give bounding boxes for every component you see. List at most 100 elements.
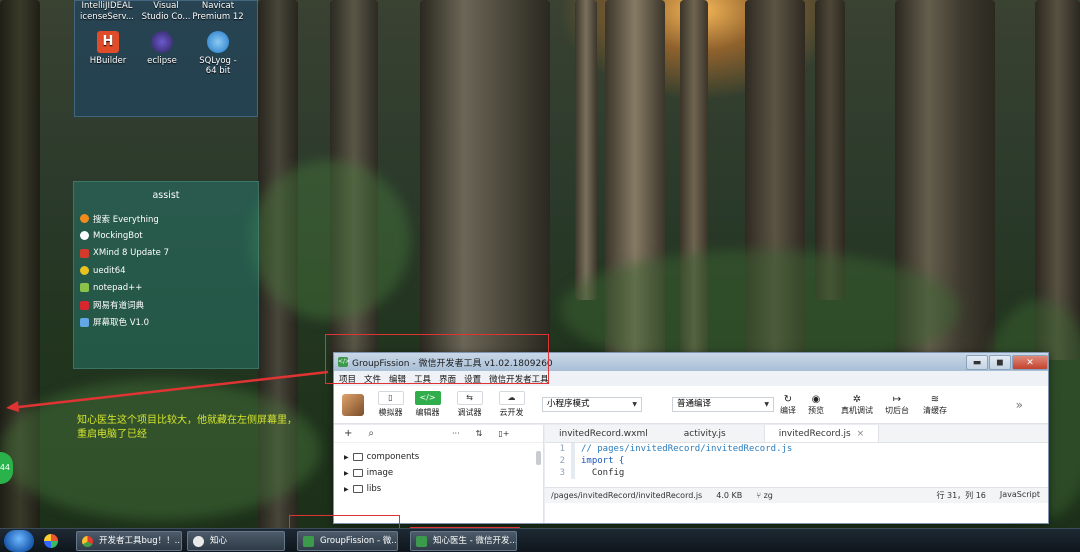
desktop-icon-intellij-label[interactable]: IntelliJIDEAL icenseServ... <box>77 1 137 23</box>
taskbar-item-groupfission[interactable]: GroupFission - 微... <box>297 531 398 551</box>
remote-debug-button[interactable]: ✲ 真机调试 <box>836 394 878 416</box>
assist-item-uedit[interactable]: uedit64 <box>74 262 258 279</box>
tree-folder-image[interactable]: ▶ image <box>334 465 543 481</box>
assist-item-color-picker[interactable]: 屏幕取色 V1.0 <box>74 314 258 331</box>
assist-item-label: XMind 8 Update 7 <box>93 248 170 259</box>
eclipse-icon <box>151 31 173 53</box>
debugger-button[interactable]: ⇆ 调试器 <box>451 391 488 418</box>
background-button[interactable]: ↦ 切后台 <box>878 394 916 416</box>
everything-icon <box>80 214 89 224</box>
youdao-icon <box>80 300 89 310</box>
status-branch-label: zg <box>763 491 773 500</box>
mode-select[interactable]: 小程序模式 ▼ <box>542 397 642 412</box>
tree-folder-label: image <box>366 468 394 478</box>
status-branch[interactable]: ⑂ zg <box>756 491 773 500</box>
cloud-dev-label: 云开发 <box>499 408 524 417</box>
refresh-icon: ↻ <box>783 393 793 405</box>
split-icon[interactable]: ▯+ <box>498 429 509 438</box>
status-file-path: /pages/invitedRecord/invitedRecord.js <box>551 491 703 500</box>
simulator-button[interactable]: ▯ 模拟器 <box>372 391 409 418</box>
assist-item-mockingbot[interactable]: MockingBot <box>74 227 258 244</box>
main-toolbar: ▯ 模拟器 </> 编辑器 ⇆ 调试器 ☁ 云开发 小程序模式 ▼ 普通编译 ▼… <box>334 386 1048 424</box>
code-icon: </> <box>414 391 441 405</box>
annotation-box-title <box>325 334 549 384</box>
code-line: 1 // pages/invitedRecord/invitedRecord.j… <box>545 443 1048 455</box>
taskbar: 开发者工具bug！！... 知心 GroupFission - 微... 知心医… <box>0 528 1080 552</box>
code-text: Config <box>581 468 625 478</box>
add-file-icon[interactable]: + <box>344 428 352 439</box>
minimize-button[interactable]: ▬ <box>966 354 988 370</box>
code-text: // pages/invitedRecord/invitedRecord.js <box>581 444 793 454</box>
clear-cache-button[interactable]: ≋ 清缓存 <box>916 394 954 416</box>
annotation-note-line1: 知心医生这个项目比较大，他就藏在左侧屏幕里， <box>77 415 297 426</box>
chevron-right-icon: ▶ <box>344 469 349 477</box>
assist-title: assist <box>152 190 180 201</box>
taskbar-item-chrome[interactable]: 开发者工具bug！！... <box>76 531 182 551</box>
assist-item-label: 网易有道词典 <box>93 301 145 312</box>
taskbar-item-zhixin[interactable]: 知心 <box>187 531 285 551</box>
assist-item-label: 搜索 Everything <box>93 214 159 225</box>
compile-select-value: 普通编译 <box>677 399 712 409</box>
line-number: 3 <box>559 468 565 478</box>
clear-cache-label: 清缓存 <box>923 405 947 415</box>
more-dots-icon[interactable]: ··· <box>452 429 460 438</box>
line-number: 1 <box>559 444 565 454</box>
mode-select-value: 小程序模式 <box>547 399 590 409</box>
close-button[interactable]: ✕ <box>1012 354 1048 370</box>
switch-background-icon: ↦ <box>892 393 902 405</box>
editor-button[interactable]: </> 编辑器 <box>409 391 446 418</box>
assist-item-everything[interactable]: 搜索 Everything <box>74 210 258 227</box>
mockingbot-icon <box>80 231 89 241</box>
compile-select[interactable]: 普通编译 ▼ <box>672 397 774 412</box>
code-line: 2 import { <box>545 455 1048 467</box>
cloud-dev-button[interactable]: ☁ 云开发 <box>493 391 530 418</box>
desktop-icon-vscode-label[interactable]: Visual Studio Co... <box>136 1 196 23</box>
tree-folder-components[interactable]: ▶ components <box>334 449 543 465</box>
assist-item-notepadpp[interactable]: notepad++ <box>74 279 258 296</box>
taskbar-item-label: 知心 <box>210 536 228 546</box>
assist-item-label: uedit64 <box>93 265 126 276</box>
start-button[interactable] <box>4 530 34 552</box>
desktop-icon-navicat-label[interactable]: Navicat Premium 12 <box>188 1 248 23</box>
assist-item-xmind[interactable]: XMind 8 Update 7 <box>74 245 258 262</box>
more-icon[interactable]: » <box>1016 398 1023 412</box>
maximize-button[interactable]: ◼ <box>989 354 1011 370</box>
compile-button[interactable]: ↻ 编译 <box>774 394 802 416</box>
assist-item-youdao[interactable]: 网易有道词典 <box>74 296 258 313</box>
sort-icon[interactable]: ⇅ <box>476 429 483 438</box>
annotation-note: 知心医生这个项目比较大，他就藏在左侧屏幕里， 重启电脑了已经 <box>77 414 327 442</box>
tree-folder-label: libs <box>366 484 382 494</box>
uedit-icon <box>80 266 89 276</box>
compile-label: 编译 <box>780 405 796 415</box>
close-tab-icon[interactable]: × <box>857 429 865 439</box>
quick-launch-icon[interactable] <box>44 534 58 548</box>
assist-item-label: notepad++ <box>93 282 143 293</box>
tab-invitedrecord-js[interactable]: invitedRecord.js × <box>763 425 880 442</box>
preview-button[interactable]: ◉ 预览 <box>802 394 830 416</box>
desktop-icon-eclipse[interactable]: eclipse <box>132 31 192 66</box>
tree-folder-libs[interactable]: ▶ libs <box>334 481 543 497</box>
search-icon[interactable]: ⌕ <box>368 428 374 439</box>
git-branch-icon: ⑂ <box>756 491 764 500</box>
desktop-icon-sqlyog[interactable]: SQLyog - 64 bit <box>188 31 248 76</box>
debug-icon: ⇆ <box>456 391 483 405</box>
tab-activity-js[interactable]: activity.js <box>662 425 764 442</box>
tab-invitedrecord-wxml[interactable]: invitedRecord.wxml <box>545 425 662 442</box>
avatar[interactable] <box>342 393 364 416</box>
tab-label: invitedRecord.js <box>778 429 851 439</box>
assist-item-label: 屏幕取色 V1.0 <box>93 318 150 329</box>
status-cursor-position[interactable]: 行 31，列 16 <box>936 490 985 501</box>
taskbar-item-label: 开发者工具bug！！... <box>99 536 182 546</box>
explorer-scrollbar[interactable] <box>536 451 541 465</box>
debugger-label: 调试器 <box>457 408 482 417</box>
editor-label: 编辑器 <box>415 408 440 417</box>
taskbar-item-zhixin-doctor[interactable]: 知心医生 - 微信开发... <box>410 531 517 551</box>
status-language[interactable]: JavaScript <box>1000 490 1040 501</box>
code-area[interactable]: 1 // pages/invitedRecord/invitedRecord.j… <box>545 443 1048 479</box>
explorer-toolbar: + ⌕ ··· ⇅ ▯+ <box>334 425 543 443</box>
desktop-icon-hbuilder[interactable]: H HBuilder <box>78 31 138 66</box>
code-line: 3 Config <box>545 467 1048 479</box>
status-file-size: 4.0 KB <box>716 491 743 500</box>
notepadpp-icon <box>80 283 89 293</box>
background-label: 切后台 <box>885 405 909 415</box>
